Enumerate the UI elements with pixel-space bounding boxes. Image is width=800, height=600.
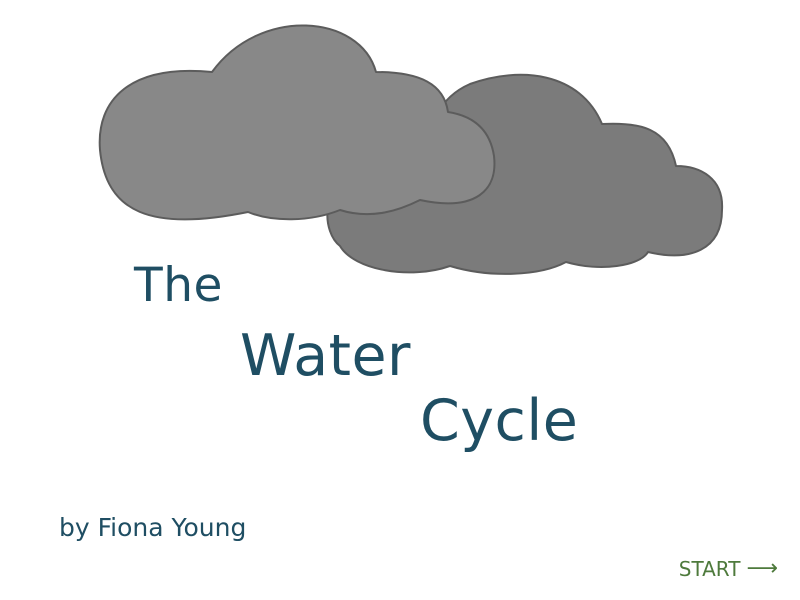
start-button-label: START (678, 557, 741, 581)
clouds-illustration (98, 24, 724, 275)
right-arrow-icon: ⟶ (746, 556, 778, 581)
title-word-the: The (134, 258, 223, 313)
title-word-cycle: Cycle (420, 388, 579, 454)
title-slide: The Water Cycle by Fiona Young START ⟶ (0, 0, 800, 600)
start-button[interactable]: START ⟶ (678, 556, 778, 581)
cloud-front (98, 24, 496, 221)
author-byline: by Fiona Young (59, 513, 247, 542)
title-word-water: Water (240, 323, 411, 389)
